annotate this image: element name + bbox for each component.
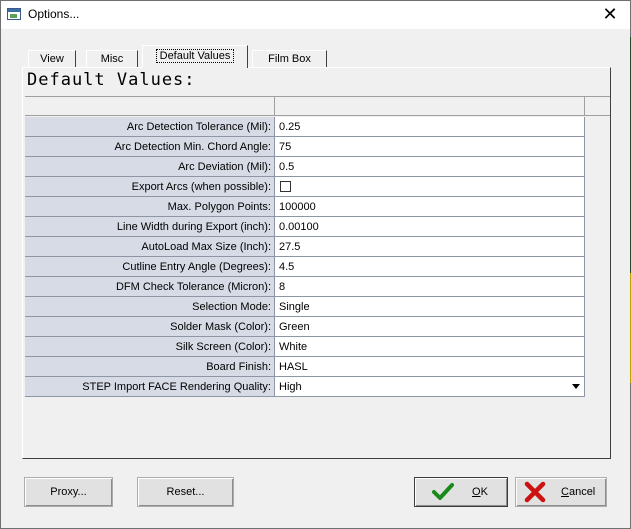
setting-value-input[interactable]: 0.25 xyxy=(275,117,585,137)
setting-value-input[interactable]: 4.5 xyxy=(275,257,585,277)
tab-misc[interactable]: Misc xyxy=(86,50,138,68)
setting-label: Solder Mask (Color): xyxy=(25,317,275,337)
setting-value-input[interactable]: Single xyxy=(275,297,585,317)
setting-row-solder-mask-color: Solder Mask (Color): Green xyxy=(25,317,585,337)
setting-value-cell xyxy=(275,177,585,197)
setting-label: STEP Import FACE Rendering Quality: xyxy=(25,377,275,397)
reset-button[interactable]: Reset... xyxy=(137,477,234,507)
setting-row-autoload-max-size: AutoLoad Max Size (Inch): 27.5 xyxy=(25,237,585,257)
cancel-button-label: Cancel xyxy=(561,486,596,498)
setting-label: Selection Mode: xyxy=(25,297,275,317)
setting-label: Arc Detection Tolerance (Mil): xyxy=(25,117,275,137)
setting-label: Silk Screen (Color): xyxy=(25,337,275,357)
red-x-icon xyxy=(524,481,546,503)
grid-header-value-column[interactable] xyxy=(275,97,585,116)
setting-value-input[interactable]: 27.5 xyxy=(275,237,585,257)
rendering-quality-select[interactable]: High xyxy=(275,377,585,397)
setting-label: Export Arcs (when possible): xyxy=(25,177,275,197)
cancel-button[interactable]: Cancel xyxy=(515,477,607,507)
tab-misc-label: Misc xyxy=(100,53,124,65)
proxy-button-label: Proxy... xyxy=(50,486,87,498)
setting-row-arc-detection-min-chord-angle: Arc Detection Min. Chord Angle: 75 xyxy=(25,137,585,157)
proxy-button[interactable]: Proxy... xyxy=(24,477,113,507)
tab-default-values-label: Default Values xyxy=(155,49,235,63)
setting-label: DFM Check Tolerance (Micron): xyxy=(25,277,275,297)
setting-value-input[interactable]: 8 xyxy=(275,277,585,297)
setting-row-line-width-during-export: Line Width during Export (inch): 0.00100 xyxy=(25,217,585,237)
setting-value-input[interactable]: Green xyxy=(275,317,585,337)
setting-value-input[interactable]: White xyxy=(275,337,585,357)
reset-button-label: Reset... xyxy=(166,486,205,498)
setting-label: Max. Polygon Points: xyxy=(25,197,275,217)
tab-default-values[interactable]: Default Values xyxy=(142,45,248,68)
grid-header-label-column[interactable] xyxy=(25,97,275,116)
setting-row-export-arcs: Export Arcs (when possible): xyxy=(25,177,585,197)
setting-label: Board Finish: xyxy=(25,357,275,377)
setting-value-input[interactable]: HASL xyxy=(275,357,585,377)
close-button[interactable]: ✕ xyxy=(598,3,622,25)
default-values-page: Default Values: Arc Detection Tolerance … xyxy=(22,67,611,459)
grid-header xyxy=(25,96,610,116)
setting-value-input[interactable]: 75 xyxy=(275,137,585,157)
page-heading: Default Values: xyxy=(27,70,196,90)
ok-button[interactable]: OK xyxy=(414,477,508,507)
setting-value-input[interactable]: 0.5 xyxy=(275,157,585,177)
window-title: Options... xyxy=(28,7,80,21)
tab-view[interactable]: View xyxy=(28,50,76,68)
app-icon xyxy=(7,8,21,20)
dropdown-arrow-icon[interactable] xyxy=(572,384,580,389)
grid-header-spacer xyxy=(585,97,610,116)
title-bar[interactable]: Options... ✕ xyxy=(1,1,630,29)
setting-row-cutline-entry-angle: Cutline Entry Angle (Degrees): 4.5 xyxy=(25,257,585,277)
checkmark-icon xyxy=(432,481,454,503)
export-arcs-checkbox[interactable] xyxy=(280,181,291,192)
setting-row-selection-mode: Selection Mode: Single xyxy=(25,297,585,317)
rendering-quality-selected-value: High xyxy=(279,381,302,393)
setting-row-max-polygon-points: Max. Polygon Points: 100000 xyxy=(25,197,585,217)
options-dialog: Options... ✕ View Misc Default Values Fi… xyxy=(0,0,631,529)
tab-film-box[interactable]: Film Box xyxy=(252,50,327,68)
setting-row-dfm-check-tolerance: DFM Check Tolerance (Micron): 8 xyxy=(25,277,585,297)
tab-view-label: View xyxy=(40,53,64,65)
tab-film-box-label: Film Box xyxy=(268,53,311,65)
ok-button-label: OK xyxy=(472,486,488,498)
setting-row-board-finish: Board Finish: HASL xyxy=(25,357,585,377)
setting-value-input[interactable]: 100000 xyxy=(275,197,585,217)
setting-label: Arc Detection Min. Chord Angle: xyxy=(25,137,275,157)
setting-row-silk-screen-color: Silk Screen (Color): White xyxy=(25,337,585,357)
setting-label: Arc Deviation (Mil): xyxy=(25,157,275,177)
setting-value-input[interactable]: 0.00100 xyxy=(275,217,585,237)
setting-row-arc-detection-tolerance: Arc Detection Tolerance (Mil): 0.25 xyxy=(25,117,585,137)
setting-label: Cutline Entry Angle (Degrees): xyxy=(25,257,275,277)
setting-row-step-import-face-rendering-quality: STEP Import FACE Rendering Quality: High xyxy=(25,377,585,397)
setting-label: Line Width during Export (inch): xyxy=(25,217,275,237)
setting-row-arc-deviation: Arc Deviation (Mil): 0.5 xyxy=(25,157,585,177)
settings-grid: Arc Detection Tolerance (Mil): 0.25 Arc … xyxy=(25,96,610,457)
grid-body: Arc Detection Tolerance (Mil): 0.25 Arc … xyxy=(25,117,585,397)
setting-label: AutoLoad Max Size (Inch): xyxy=(25,237,275,257)
